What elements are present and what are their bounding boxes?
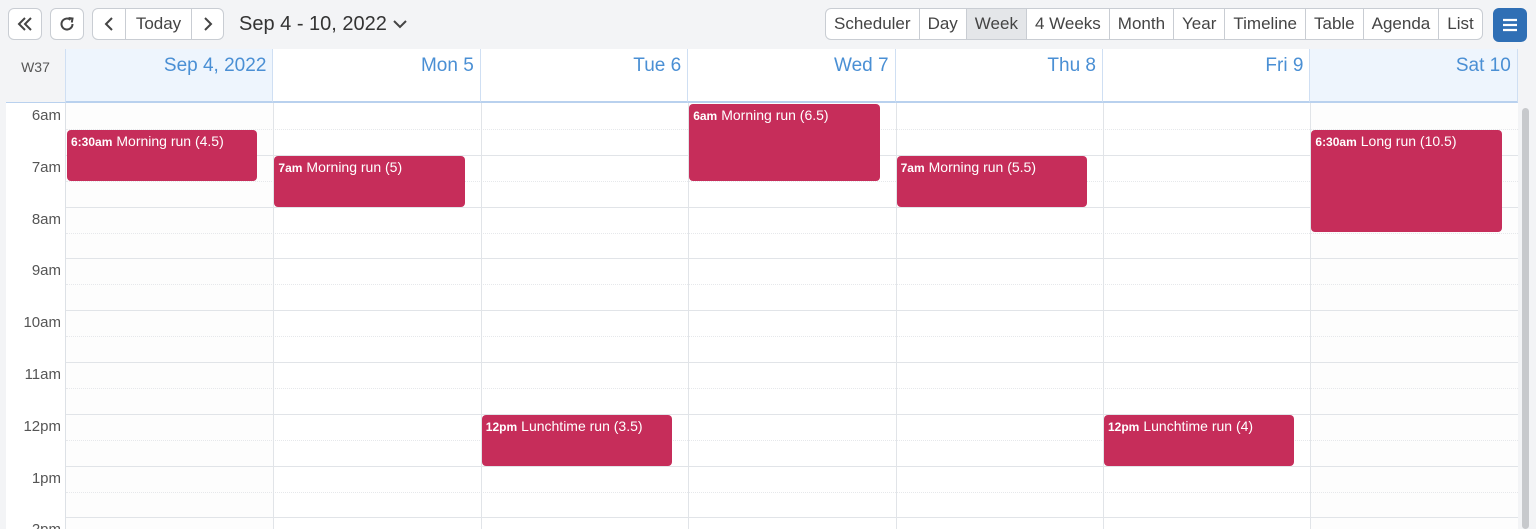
day-header[interactable]: Thu 8 — [895, 49, 1103, 103]
date-range-picker[interactable]: Sep 4 - 10, 2022 — [239, 8, 407, 40]
day-header[interactable]: Sep 4, 2022 — [66, 49, 274, 103]
view-button-day[interactable]: Day — [919, 8, 967, 40]
chevron-left-icon — [104, 17, 113, 31]
week-number: W37 — [6, 49, 66, 103]
day-header[interactable]: Mon 5 — [273, 49, 481, 103]
calendar-event[interactable]: 7am Morning run (5.5) — [896, 155, 1087, 207]
half-hour-gridline — [66, 284, 1518, 286]
calendar-event[interactable]: 6:30am Long run (10.5) — [1311, 129, 1502, 233]
calendar-event[interactable]: 6:30am Morning run (4.5) — [67, 129, 258, 181]
event-time: 6:30am — [71, 134, 113, 149]
hour-gridline — [66, 465, 1518, 467]
view-button-scheduler[interactable]: Scheduler — [825, 8, 920, 40]
time-column: 6am 7am 8am 9am 10am 11am 12pm 1pm 2pm — [6, 103, 66, 529]
hour-label: 10am — [23, 314, 61, 332]
view-switcher: Scheduler Day Week 4 Weeks Month Year Timeline… — [825, 8, 1483, 40]
chevron-right-icon — [203, 17, 212, 31]
half-hour-gridline — [66, 232, 1518, 234]
view-button-list[interactable]: List — [1439, 8, 1483, 40]
day-header[interactable]: Tue 6 — [480, 49, 689, 103]
view-button-year[interactable]: Year — [1174, 8, 1226, 40]
week-calendar: W37 Sep 4, 2022 Mon 5 Tue 6 Wed 7 Thu 8 Fri 9… — [6, 49, 1518, 529]
view-button-4-weeks[interactable]: 4 Weeks — [1026, 8, 1110, 40]
event-title: Morning run (4.5) — [116, 132, 224, 149]
hour-gridline — [66, 310, 1518, 312]
event-title: Morning run (6.5) — [721, 107, 829, 123]
half-hour-gridline — [66, 439, 1518, 441]
hour-label: 9am — [31, 262, 61, 280]
day-header[interactable]: Wed 7 — [688, 49, 896, 103]
menu-button[interactable] — [1493, 8, 1527, 42]
view-button-timeline[interactable]: Timeline — [1225, 8, 1306, 40]
vertical-scrollbar[interactable] — [1522, 108, 1529, 529]
hour-label: 11am — [24, 366, 61, 383]
refresh-icon — [60, 17, 74, 31]
day-divider — [480, 103, 482, 529]
event-title: Lunchtime run (4) — [1143, 417, 1254, 434]
hour-label: 7am — [31, 158, 61, 176]
hour-label: 1pm — [31, 469, 61, 487]
hour-label: 6am — [31, 107, 61, 124]
date-nav-group: Today — [92, 8, 224, 40]
event-time: 6:30am — [1315, 134, 1357, 149]
half-hour-gridline — [66, 336, 1518, 338]
toolbar: Today Sep 4 - 10, 2022 Scheduler Day Week 4… — [0, 0, 1536, 50]
event-time: 7am — [278, 160, 303, 175]
day-header[interactable]: Fri 9 — [1103, 49, 1311, 103]
hour-gridline — [66, 206, 1518, 208]
jump-back-button[interactable] — [8, 8, 42, 40]
calendar-event[interactable]: 6am Morning run (6.5) — [689, 104, 880, 181]
hour-gridline — [66, 413, 1518, 415]
hour-label: 2pm — [32, 521, 61, 529]
today-button[interactable]: Today — [126, 8, 192, 40]
hour-gridline — [66, 362, 1518, 363]
event-time: 12pm — [485, 419, 518, 434]
time-grid: 6am7am8am9am10am11am12pm1pm2pm 6:30amMor… — [6, 103, 1518, 529]
hour-label: 12pm — [23, 417, 61, 435]
half-hour-gridline — [66, 491, 1518, 493]
date-range-label: Sep 4 - 10, 2022 — [239, 12, 387, 35]
event-title: Long run (10.5) — [1360, 132, 1457, 149]
calendar-event[interactable]: 12pm Lunchtime run (4) — [1104, 414, 1295, 466]
event-time: 6am — [693, 109, 718, 123]
event-title: Lunchtime run (3.5) — [521, 417, 643, 434]
event-time: 12pm — [1108, 419, 1140, 434]
calendar-event[interactable]: 7am Morning run (5) — [274, 155, 465, 207]
next-button[interactable] — [192, 8, 224, 40]
double-chevron-left-icon — [17, 17, 32, 31]
view-button-agenda[interactable]: Agenda — [1363, 8, 1440, 40]
event-title: Morning run (5.5) — [928, 158, 1037, 175]
prev-button[interactable] — [92, 8, 126, 40]
view-button-month[interactable]: Month — [1109, 8, 1175, 40]
hour-gridline — [66, 517, 1518, 519]
view-button-table[interactable]: Table — [1306, 8, 1364, 40]
hour-label: 8am — [31, 210, 61, 228]
hour-gridline — [66, 258, 1518, 260]
day-header[interactable]: Sat 10 — [1310, 49, 1518, 103]
calendar-event[interactable]: 12pm Lunchtime run (3.5) — [481, 414, 673, 466]
chevron-down-icon — [393, 20, 407, 29]
event-title: Morning run (5) — [306, 158, 403, 175]
refresh-button[interactable] — [50, 8, 84, 40]
hamburger-menu-icon — [1503, 18, 1517, 32]
half-hour-gridline — [66, 387, 1518, 389]
view-button-week[interactable]: Week — [966, 8, 1027, 40]
day-divider — [1103, 103, 1104, 529]
event-time: 7am — [900, 160, 925, 175]
